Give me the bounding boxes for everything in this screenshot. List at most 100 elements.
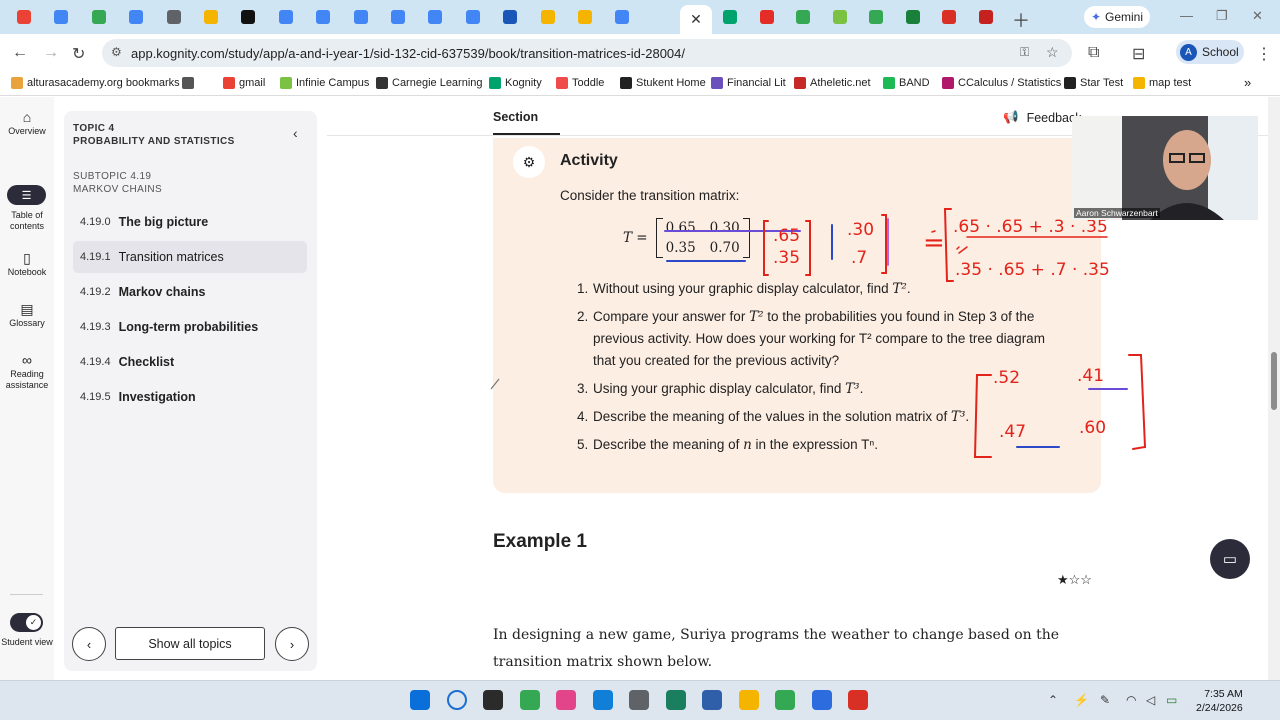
browser-tab[interactable]	[606, 5, 638, 29]
rail-toc[interactable]: Table of contents	[0, 210, 54, 232]
gemini-button[interactable]: ✦ Gemini	[1084, 6, 1150, 28]
bookmark-item[interactable]: Carnegie Learning	[376, 77, 483, 89]
previous-topic-button[interactable]: ‹	[72, 627, 106, 661]
feedback-button[interactable]: 📢 Feedback	[1003, 110, 1081, 125]
active-tab[interactable]: ✕	[680, 5, 712, 34]
browser-tab[interactable]	[457, 5, 489, 29]
minimize-icon[interactable]: —	[1180, 8, 1193, 23]
toc-item[interactable]: 4.19.5 Investigation	[73, 381, 307, 413]
close-tab-icon[interactable]: ✕	[690, 11, 702, 28]
site-info-icon[interactable]: ⚙	[111, 45, 122, 59]
more-bookmarks-icon[interactable]: »	[1244, 75, 1251, 90]
pen-icon[interactable]: ✎	[1100, 693, 1110, 707]
browser-tab[interactable]	[195, 5, 227, 29]
browser-tab[interactable]	[751, 5, 783, 29]
bookmark-item[interactable]: CCalculus / Statistics	[942, 77, 1061, 89]
bookmark-item[interactable]: Kognity	[489, 77, 542, 89]
toc-item[interactable]: 4.19.1 Transition matrices	[73, 241, 307, 273]
browser-tab[interactable]	[307, 5, 339, 29]
forward-arrow-icon[interactable]: →	[43, 44, 59, 62]
toc-item[interactable]: 4.19.2 Markov chains	[73, 276, 307, 308]
video-call-overlay[interactable]: Aaron Schwarzenbart	[1072, 116, 1258, 220]
maximize-icon[interactable]: ❐	[1216, 8, 1228, 24]
browser-tab[interactable]	[494, 5, 526, 29]
browser-tab[interactable]	[45, 5, 77, 29]
search-icon[interactable]	[446, 690, 467, 710]
bookmark-item[interactable]: Stukent Home	[620, 77, 706, 89]
show-all-topics-button[interactable]: Show all topics	[115, 627, 265, 660]
browser-tab[interactable]	[232, 5, 264, 29]
toc-active-indicator[interactable]: ☰	[7, 185, 46, 205]
taskbar-app-icon[interactable]	[811, 690, 832, 710]
browser-tab[interactable]	[270, 5, 302, 29]
bookmark-item[interactable]: Toddle	[556, 77, 604, 89]
taskbar-app-icon[interactable]	[483, 690, 503, 710]
taskbar-app-icon[interactable]	[848, 690, 868, 710]
rail-reading[interactable]: ∞ Reading assistance	[0, 353, 54, 391]
bookmark-item[interactable]: BAND	[883, 77, 930, 89]
browser-tab[interactable]	[897, 5, 929, 29]
browser-tab[interactable]	[569, 5, 601, 29]
chat-button[interactable]: ▭	[1210, 539, 1250, 579]
address-bar[interactable]: ⚙ app.kognity.com/study/app/a-and-i-year…	[102, 39, 1072, 67]
profile-chip[interactable]: A School	[1176, 40, 1244, 64]
taskbar-app-icon[interactable]	[775, 690, 795, 710]
browser-tab[interactable]	[933, 5, 965, 29]
toc-item[interactable]: 4.19.0 The big picture	[73, 206, 307, 238]
volume-icon[interactable]: ◁	[1146, 693, 1155, 707]
taskbar-app-icon[interactable]	[556, 690, 576, 710]
close-window-icon[interactable]: ✕	[1252, 8, 1263, 24]
bookmark-item[interactable]: alturasacademy.org bookmarks	[11, 77, 180, 89]
browser-tab[interactable]	[158, 5, 190, 29]
taskbar-app-icon[interactable]	[519, 690, 540, 710]
battery-icon[interactable]: ▭	[1166, 693, 1177, 707]
start-windows-icon[interactable]	[410, 690, 430, 710]
browser-tab[interactable]	[345, 5, 377, 29]
browser-tab[interactable]	[970, 5, 1002, 29]
rail-glossary[interactable]: ▤ Glossary	[0, 302, 54, 329]
bookmark-star-icon[interactable]: ☆	[1046, 44, 1059, 61]
browser-tab[interactable]	[787, 5, 819, 29]
toc-item[interactable]: 4.19.3 Long-term probabilities	[73, 311, 307, 343]
rail-overview[interactable]: ⌂ Overview	[0, 110, 54, 137]
wifi-icon[interactable]: ◠	[1126, 693, 1136, 707]
new-tab-button[interactable]: ＋	[1012, 7, 1030, 33]
browser-tab[interactable]	[382, 5, 414, 29]
browser-tab[interactable]	[824, 5, 856, 29]
bookmark-item[interactable]: Infinie Campus	[280, 77, 369, 89]
system-clock[interactable]: 7:35 AM 2/24/2026	[1196, 687, 1243, 715]
tab-search-icon[interactable]: ⊟	[1132, 44, 1145, 64]
taskbar-app-icon[interactable]	[592, 690, 613, 710]
browser-tab[interactable]	[8, 5, 40, 29]
url-text[interactable]: app.kognity.com/study/app/a-and-i-year-1…	[131, 46, 685, 61]
bookmark-item[interactable]: gmail	[223, 77, 265, 89]
student-view-toggle[interactable]: ✓	[10, 613, 43, 632]
back-arrow-icon[interactable]: ←	[12, 44, 28, 62]
next-topic-button[interactable]: ›	[275, 627, 309, 661]
taskbar-app-icon[interactable]	[665, 690, 686, 710]
network-icon[interactable]: ⚡	[1074, 693, 1089, 707]
collapse-chevron-icon[interactable]: ‹	[293, 125, 298, 141]
browser-tab[interactable]	[714, 5, 746, 29]
scrollbar-thumb[interactable]	[1271, 352, 1277, 410]
rail-notebook[interactable]: ▯ Notebook	[0, 251, 54, 278]
page-scrollbar[interactable]	[1268, 97, 1280, 680]
browser-tab[interactable]	[83, 5, 115, 29]
taskbar-app-icon[interactable]	[629, 690, 649, 710]
bookmark-item[interactable]: Star Test	[1064, 77, 1123, 89]
bookmark-item[interactable]: Atheletic.net	[794, 77, 871, 89]
toc-item[interactable]: 4.19.4 Checklist	[73, 346, 307, 378]
browser-tab[interactable]	[532, 5, 564, 29]
reload-icon[interactable]: ↻	[72, 44, 85, 64]
browser-tab[interactable]	[419, 5, 451, 29]
browser-tab[interactable]	[120, 5, 152, 29]
extensions-icon[interactable]: ⧉	[1088, 44, 1099, 62]
bookmark-item[interactable]	[182, 77, 194, 89]
menu-kebab-icon[interactable]: ⋮	[1256, 44, 1272, 64]
taskbar-app-icon[interactable]	[702, 690, 722, 710]
tab-section[interactable]: Section	[493, 110, 538, 124]
taskbar-app-icon[interactable]	[738, 690, 759, 710]
browser-tab[interactable]	[860, 5, 892, 29]
password-key-icon[interactable]: ⚿	[1020, 45, 1029, 60]
bookmark-item[interactable]: Financial Lit	[711, 77, 786, 89]
